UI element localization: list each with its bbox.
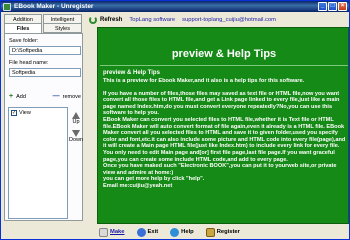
tab-styles[interactable]: Styles xyxy=(43,23,82,33)
paragraph-edit: You only need to edit Main page and[or] … xyxy=(103,149,335,163)
make-button[interactable]: Make xyxy=(99,227,125,237)
preview-pane: preview & Help Tips preview & Help Tips … xyxy=(97,27,349,224)
register-icon xyxy=(205,227,215,237)
save-folder-label: Save folder: xyxy=(9,38,39,44)
paragraph-help: you can get more help by click "help". xyxy=(103,176,205,183)
paragraph-problem: If you have a number of files,those file… xyxy=(103,90,340,117)
arrow-down-icon xyxy=(72,130,80,137)
remove-button[interactable]: — remove xyxy=(53,93,81,100)
file-list[interactable]: ✓ View xyxy=(8,107,68,219)
page-title: preview & Help Tips xyxy=(171,48,277,60)
up-button[interactable]: Up xyxy=(69,112,83,125)
tree-item-view[interactable]: ✓ View xyxy=(11,110,31,116)
bottom-toolbar: Make Exit Help Register xyxy=(97,226,349,238)
close-icon[interactable]: × xyxy=(338,2,347,11)
add-label: Add xyxy=(16,93,26,100)
paragraph-publish: Once you have maked such "Electronic BOO… xyxy=(103,163,337,176)
paragraph-features: EBook Maker can convert you selected fil… xyxy=(103,116,346,150)
window-title: EBook Maker - Unregister xyxy=(14,3,94,10)
add-remove-row: + Add — remove xyxy=(9,92,81,101)
down-label: Down xyxy=(69,137,84,143)
exit-button[interactable]: Exit xyxy=(136,227,159,237)
help-button[interactable]: Help xyxy=(170,227,194,237)
add-button[interactable]: + Add xyxy=(9,93,26,100)
preview-subheading: preview & Help Tips xyxy=(103,70,160,76)
preview-body: This is a preview for Ebook Maker,and it… xyxy=(103,78,347,190)
title-bar[interactable]: EBook Maker - Unregister _ □ × xyxy=(1,1,349,12)
left-panel: Addition Intelligent Files Styles Save f… xyxy=(3,14,84,224)
register-button[interactable]: Register xyxy=(205,227,240,237)
remove-label: remove xyxy=(62,93,81,100)
down-button[interactable]: Down xyxy=(69,130,83,143)
refresh-icon[interactable] xyxy=(89,15,97,24)
exit-label: Exit xyxy=(147,229,159,235)
divider xyxy=(100,65,348,66)
paragraph-intro: This is a preview for Ebook Maker,and it… xyxy=(103,78,305,84)
top-toolbar: Refresh TopLang software support-toplang… xyxy=(89,14,349,25)
file-head-label: File head name: xyxy=(9,60,49,66)
save-folder-field[interactable]: D:\Softpedia xyxy=(9,46,81,55)
support-email-link[interactable]: support-toplang_cuijiu@hotmail.com xyxy=(182,17,276,23)
checkbox-icon[interactable]: ✓ xyxy=(11,110,17,116)
file-head-field[interactable]: Softpedia xyxy=(9,68,81,77)
tab-strip: Addition Intelligent Files Styles xyxy=(3,14,84,34)
make-label: Make xyxy=(110,229,125,235)
tree-item-label: View xyxy=(19,110,31,116)
minimize-icon[interactable]: _ xyxy=(318,2,327,11)
make-icon xyxy=(99,227,108,237)
arrow-up-icon xyxy=(72,112,80,119)
register-label: Register xyxy=(216,229,240,235)
paragraph-email: Email me:cuijiu@yeah.net xyxy=(103,182,173,189)
help-icon xyxy=(170,227,180,237)
files-panel: Save folder: D:\Softpedia File head name… xyxy=(4,33,83,221)
help-label: Help xyxy=(181,229,194,235)
minus-icon: — xyxy=(52,93,60,100)
up-label: Up xyxy=(72,119,80,125)
plus-icon: + xyxy=(9,93,14,100)
exit-icon xyxy=(136,227,146,237)
app-window: EBook Maker - Unregister _ □ × Addition … xyxy=(0,0,350,240)
window-controls: _ □ × xyxy=(318,2,347,11)
app-icon xyxy=(3,2,11,11)
toplang-link[interactable]: TopLang software xyxy=(129,17,175,23)
maximize-icon[interactable]: □ xyxy=(328,2,337,11)
refresh-button[interactable]: Refresh xyxy=(100,17,122,23)
